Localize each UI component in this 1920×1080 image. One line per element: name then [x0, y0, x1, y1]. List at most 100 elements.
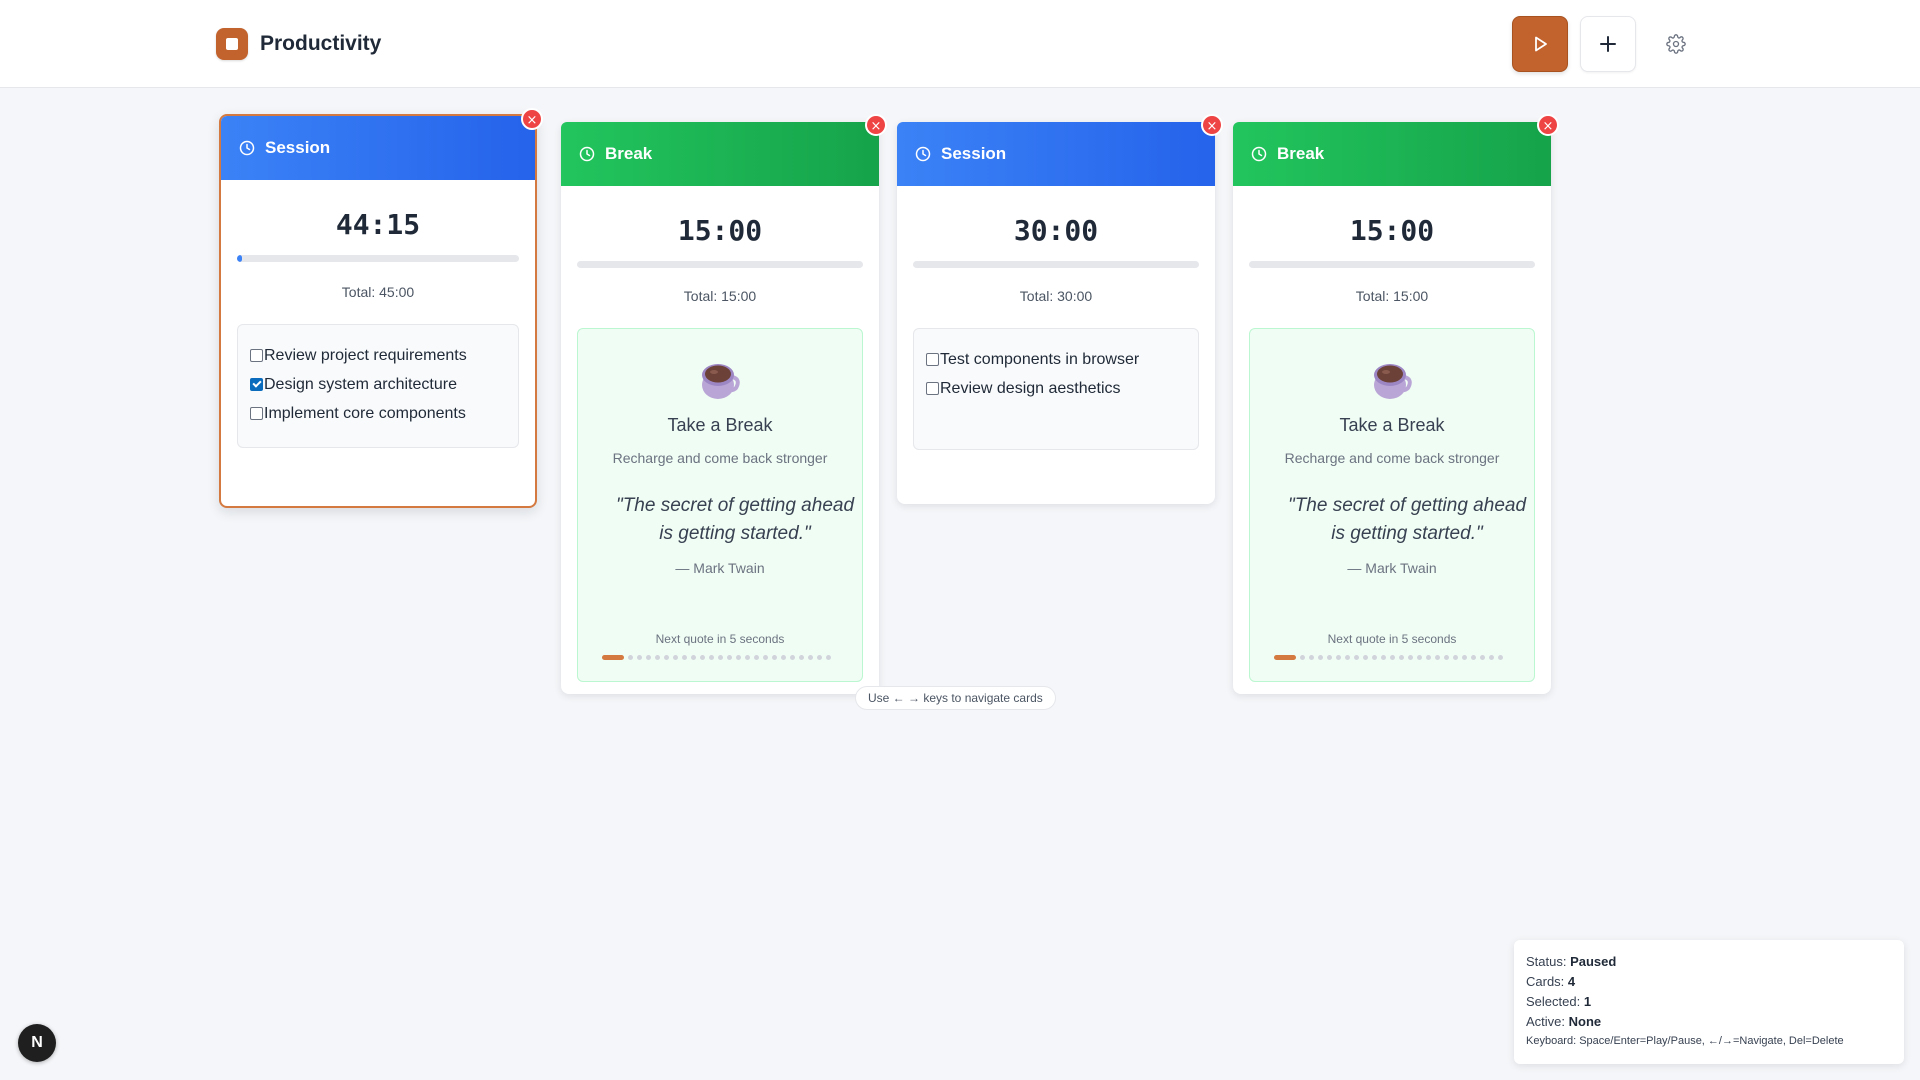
task-checkbox[interactable] [926, 382, 939, 395]
quote-dot[interactable] [1300, 655, 1305, 660]
quote-dot[interactable] [1372, 655, 1377, 660]
quote-dot-active[interactable] [602, 655, 624, 660]
quote-dot[interactable] [745, 655, 750, 660]
break-card[interactable]: Break × 15:00 Total: 15:00 Take a Break … [1233, 114, 1559, 694]
quote-pagination [1274, 655, 1503, 660]
task-checkbox[interactable] [926, 353, 939, 366]
quote-dot[interactable] [700, 655, 705, 660]
brand: Productivity [216, 28, 381, 60]
task-item[interactable]: Review design aesthetics [926, 374, 1186, 403]
cards-label: Cards: [1526, 974, 1565, 989]
quote-dot[interactable] [718, 655, 723, 660]
quote-dot[interactable] [682, 655, 687, 660]
quote-dot[interactable] [1354, 655, 1359, 660]
quote-dot[interactable] [826, 655, 831, 660]
delete-card-button[interactable]: × [1537, 114, 1559, 136]
add-card-button[interactable] [1580, 16, 1636, 72]
quote-dot[interactable] [673, 655, 678, 660]
next-quote-countdown: Next quote in 5 seconds [655, 632, 785, 646]
quote-dot[interactable] [1480, 655, 1485, 660]
task-checkbox[interactable] [250, 407, 263, 420]
quote-dot[interactable] [1435, 655, 1440, 660]
quote-dot[interactable] [691, 655, 696, 660]
total-time: Total: 30:00 [1019, 288, 1093, 304]
task-item[interactable]: Implement core components [250, 399, 506, 428]
task-checkbox[interactable] [250, 349, 263, 362]
quote-dot[interactable] [781, 655, 786, 660]
total-time: Total: 15:00 [683, 288, 757, 304]
quote-dot[interactable] [1336, 655, 1341, 660]
quote-dot[interactable] [1426, 655, 1431, 660]
quote-dot[interactable] [1390, 655, 1395, 660]
progress-fill [237, 255, 242, 262]
cards-value: 4 [1567, 974, 1576, 989]
task-checkbox[interactable] [250, 378, 263, 391]
quote-dot[interactable] [637, 655, 642, 660]
card-type-label: Break [605, 144, 653, 163]
quote-dot[interactable] [1309, 655, 1314, 660]
task-list: Review project requirements Design syste… [237, 324, 519, 448]
clock-icon [239, 140, 255, 156]
quote-dot[interactable] [646, 655, 651, 660]
quote-dot[interactable] [763, 655, 768, 660]
card-header: Session [897, 122, 1215, 186]
progress-bar [237, 255, 519, 262]
clock-icon [1251, 146, 1267, 162]
app-logo-icon [216, 28, 248, 60]
quote-dot[interactable] [1408, 655, 1413, 660]
session-card[interactable]: Session × 44:15 Total: 45:00 Review proj… [219, 108, 543, 508]
quote-dot[interactable] [736, 655, 741, 660]
quote-author: — Mark Twain [1347, 560, 1437, 576]
break-card[interactable]: Break × 15:00 Total: 15:00 Take a Break … [561, 114, 887, 694]
quote-dot[interactable] [1345, 655, 1350, 660]
delete-card-button[interactable]: × [865, 114, 887, 136]
quote-dot[interactable] [655, 655, 660, 660]
next-dev-badge[interactable]: N [18, 1024, 56, 1062]
timer-display: 44:15 [335, 208, 421, 241]
quote-dot[interactable] [1399, 655, 1404, 660]
progress-bar [1249, 261, 1535, 268]
quote-dot[interactable] [772, 655, 777, 660]
quote-dot-active[interactable] [1274, 655, 1296, 660]
card-type-label: Session [265, 138, 331, 157]
quote-dot[interactable] [1444, 655, 1449, 660]
play-button[interactable] [1512, 16, 1568, 72]
settings-button[interactable] [1648, 16, 1704, 72]
session-card[interactable]: Session × 30:00 Total: 30:00 Test compon… [897, 114, 1223, 504]
quote-dot[interactable] [1363, 655, 1368, 660]
quote-dot[interactable] [799, 655, 804, 660]
quote-dot[interactable] [1327, 655, 1332, 660]
quote-dot[interactable] [727, 655, 732, 660]
delete-card-button[interactable]: × [521, 108, 543, 130]
break-subtitle: Recharge and come back stronger [612, 450, 828, 466]
card-header: Session [221, 116, 535, 180]
task-item[interactable]: Review project requirements [250, 341, 506, 370]
clock-icon [915, 146, 931, 162]
timer-display: 30:00 [1013, 214, 1099, 247]
quote-dot[interactable] [664, 655, 669, 660]
quote-dot[interactable] [628, 655, 633, 660]
quote-dot[interactable] [754, 655, 759, 660]
card-header: Break [1233, 122, 1551, 186]
quote-dot[interactable] [1453, 655, 1458, 660]
quote-dot[interactable] [808, 655, 813, 660]
quote-dot[interactable] [790, 655, 795, 660]
total-time: Total: 45:00 [341, 284, 415, 300]
quote-dot[interactable] [709, 655, 714, 660]
keyboard-navigation-hint: Use ← → keys to navigate cards [855, 686, 1056, 710]
delete-card-button[interactable]: × [1201, 114, 1223, 136]
break-title: Take a Break [667, 415, 773, 435]
quote-dot[interactable] [1489, 655, 1494, 660]
quote-dot[interactable] [817, 655, 822, 660]
task-label: Implement core components [264, 404, 466, 422]
app-title: Productivity [260, 32, 382, 55]
task-item[interactable]: Design system architecture [250, 370, 506, 399]
quote-dot[interactable] [1417, 655, 1422, 660]
quote-dot[interactable] [1471, 655, 1476, 660]
quote-dot[interactable] [1381, 655, 1386, 660]
quote-dot[interactable] [1462, 655, 1467, 660]
quote-dot[interactable] [1318, 655, 1323, 660]
quote-dot[interactable] [1498, 655, 1503, 660]
status-value: Paused [1570, 954, 1617, 969]
task-item[interactable]: Test components in browser [926, 345, 1186, 374]
